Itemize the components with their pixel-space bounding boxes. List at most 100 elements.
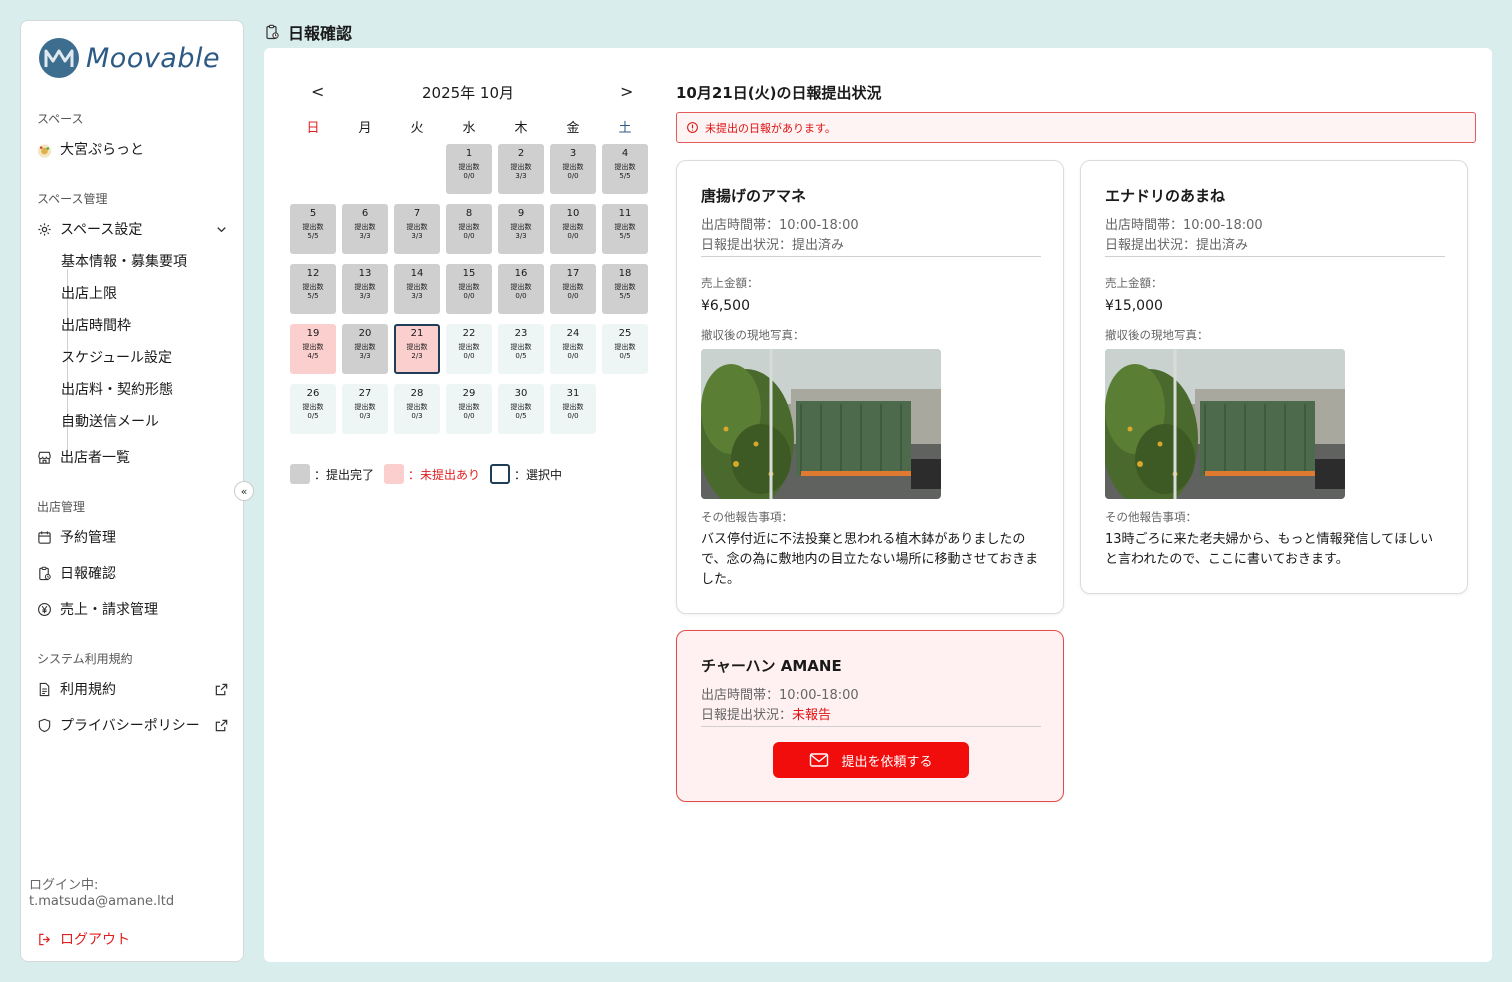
site-photo[interactable]	[1105, 349, 1345, 499]
report-card: 唐揚げのアマネ 出店時間帯：10:00-18:00 日報提出状況：提出済み 売上…	[676, 160, 1064, 614]
space-section-label: スペース	[37, 112, 84, 126]
sidebar-subitem-auto-mail[interactable]: 自動送信メール	[61, 411, 159, 431]
calendar-day[interactable]: 8 提出数 0/0	[446, 204, 492, 254]
sidebar-item-daily-report[interactable]: 日報確認	[37, 563, 116, 583]
calendar-day[interactable]: 12 提出数 5/5	[290, 264, 336, 314]
store-hours: 出店時間帯：10:00-18:00	[701, 218, 859, 233]
calendar-day[interactable]: 5 提出数 5/5	[290, 204, 336, 254]
calendar-day[interactable]: 19 提出数 4/5	[290, 324, 336, 374]
count-value: 3/3	[359, 232, 371, 240]
sidebar-item-space-settings[interactable]: スペース設定	[37, 219, 229, 239]
calendar-day[interactable]: 17 提出数 0/0	[550, 264, 596, 314]
count-value: 5/5	[619, 232, 631, 240]
day-number: 24	[566, 328, 580, 339]
count-value: 0/0	[567, 172, 579, 180]
calendar-day[interactable]: 28 提出数 0/3	[394, 384, 440, 434]
count-value: 5/5	[619, 172, 631, 180]
terms-section-label: システム利用規約	[37, 652, 133, 666]
sidebar-item-privacy[interactable]: プライバシーポリシー	[37, 715, 229, 735]
calendar-day[interactable]: 27 提出数 0/3	[342, 384, 388, 434]
legend-selected-swatch	[490, 464, 510, 484]
report-status: 日報提出状況：提出済み	[1105, 238, 1249, 253]
calendar-day[interactable]: 10 提出数 0/0	[550, 204, 596, 254]
sidebar-item-sales[interactable]: 売上・請求管理	[37, 599, 158, 619]
calendar-day[interactable]: 26 提出数 0/5	[290, 384, 336, 434]
day-number: 15	[462, 268, 476, 279]
external-link-icon	[214, 718, 229, 733]
sidebar-item-vendor-list[interactable]: 出店者一覧	[37, 447, 130, 467]
status-title: 10月21日(火)の日報提出状況	[676, 84, 882, 102]
calendar-day[interactable]: 7 提出数 3/3	[394, 204, 440, 254]
brand-logo[interactable]: Moovable	[38, 37, 220, 79]
calendar-day[interactable]: 24 提出数 0/0	[550, 324, 596, 374]
count-label: 提出数	[614, 223, 636, 231]
missing-report-alert: 未提出の日報があります。	[676, 112, 1476, 143]
calendar-day[interactable]: 3 提出数 0/0	[550, 144, 596, 194]
day-number: 26	[306, 388, 320, 399]
day-number: 25	[618, 328, 632, 339]
sidebar-item-terms[interactable]: 利用規約	[37, 679, 229, 699]
store-hours: 出店時間帯：10:00-18:00	[1105, 218, 1263, 233]
logout-button[interactable]: ログアウト	[37, 929, 130, 949]
calendar-day[interactable]: 1 提出数 0/0	[446, 144, 492, 194]
count-label: 提出数	[302, 343, 324, 351]
count-label: 提出数	[510, 343, 532, 351]
calendar-day[interactable]: 16 提出数 0/0	[498, 264, 544, 314]
count-value: 0/3	[359, 412, 371, 420]
calendar-day[interactable]: 29 提出数 0/0	[446, 384, 492, 434]
calendar-day[interactable]: 23 提出数 0/5	[498, 324, 544, 374]
count-label: 提出数	[614, 283, 636, 291]
note-text: 13時ごろに来た老夫婦から、もっと情報発信してほしいと言われたので、ここに書いて…	[1105, 532, 1434, 567]
clipboard-clock-icon	[37, 566, 52, 581]
calendar-day[interactable]: 21 提出数 2/3	[394, 324, 440, 374]
calendar-day[interactable]: 15 提出数 0/0	[446, 264, 492, 314]
next-month-button[interactable]: >	[620, 82, 633, 101]
chevron-down-icon[interactable]	[214, 222, 229, 237]
sidebar-subitem-schedule[interactable]: スケジュール設定	[61, 347, 172, 367]
calendar-day[interactable]: 18 提出数 5/5	[602, 264, 648, 314]
page-header: 日報確認	[264, 20, 352, 44]
space-mgmt-section-label: スペース管理	[37, 192, 108, 206]
calendar-month-label: 2025年 10月	[421, 84, 515, 102]
sidebar-collapse-button[interactable]: «	[234, 481, 254, 501]
calendar-day[interactable]: 9 提出数 3/3	[498, 204, 544, 254]
store-mgmt-section-label: 出店管理	[37, 500, 86, 514]
calendar-day[interactable]: 11 提出数 5/5	[602, 204, 648, 254]
prev-month-button[interactable]: <	[311, 82, 324, 101]
logout-icon	[37, 932, 52, 947]
calendar-day[interactable]: 14 提出数 3/3	[394, 264, 440, 314]
sidebar-subitem-time-slots[interactable]: 出店時間枠	[61, 315, 131, 335]
calendar-day[interactable]: 31 提出数 0/0	[550, 384, 596, 434]
sidebar-subitem-store-limit[interactable]: 出店上限	[61, 283, 117, 303]
space-selector[interactable]: 大宮ぷらっと	[37, 139, 144, 159]
day-number: 14	[410, 268, 424, 279]
count-value: 3/3	[359, 292, 371, 300]
sidebar-item-reservation[interactable]: 予約管理	[37, 527, 116, 547]
calendar-day[interactable]: 20 提出数 3/3	[342, 324, 388, 374]
count-label: 提出数	[354, 403, 376, 411]
calendar-day[interactable]: 25 提出数 0/5	[602, 324, 648, 374]
calendar-day[interactable]: 2 提出数 3/3	[498, 144, 544, 194]
count-value: 0/5	[619, 352, 631, 360]
request-report-button[interactable]: 提出を依頼する	[773, 742, 969, 778]
sales-amount: ¥15,000	[1105, 298, 1163, 314]
request-button-label: 提出を依頼する	[841, 754, 933, 770]
calendar-day[interactable]: 22 提出数 0/0	[446, 324, 492, 374]
sidebar-subitem-fees[interactable]: 出店料・契約形態	[61, 379, 173, 399]
count-label: 提出数	[614, 343, 636, 351]
calendar-day[interactable]: 30 提出数 0/5	[498, 384, 544, 434]
calendar-day[interactable]: 13 提出数 3/3	[342, 264, 388, 314]
site-photo[interactable]	[701, 349, 941, 499]
calendar-day[interactable]: 6 提出数 3/3	[342, 204, 388, 254]
count-label: 提出数	[458, 163, 480, 171]
sales-amount: ¥6,500	[701, 298, 750, 314]
legend-selected-label: ：選択中	[514, 467, 563, 482]
vendor-name: チャーハン AMANE	[701, 657, 842, 675]
count-value: 4/5	[307, 352, 319, 360]
sidebar-item-label: プライバシーポリシー	[60, 718, 200, 734]
legend-done: ：提出完了	[290, 464, 374, 484]
sidebar-subitem-basic-info[interactable]: 基本情報・募集要項	[61, 251, 187, 271]
sales-label: 売上金額：	[701, 276, 759, 290]
calendar-day[interactable]: 4 提出数 5/5	[602, 144, 648, 194]
count-label: 提出数	[458, 403, 480, 411]
